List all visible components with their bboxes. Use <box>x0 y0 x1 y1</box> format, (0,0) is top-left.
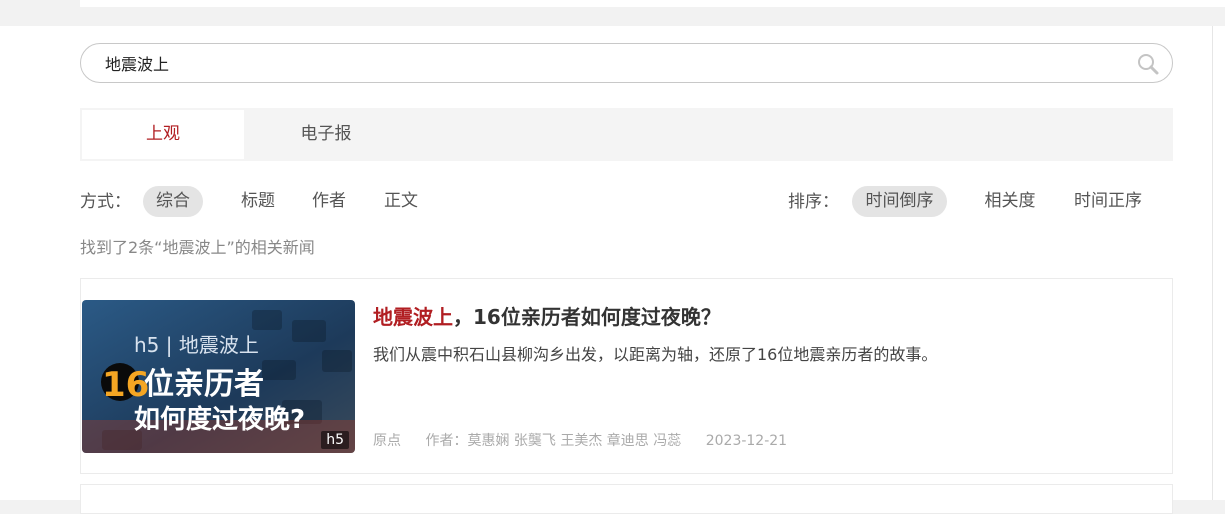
result-thumbnail[interactable]: h5 | 地震波上 16 位亲历者 如何度过夜晚? h5 <box>82 300 355 453</box>
title-rest[interactable]: ，16位亲历者如何度过夜晚？ <box>453 305 721 329</box>
thumb-line2: 位亲历者 <box>144 367 264 402</box>
thumb-line3: 如何度过夜晚? <box>134 404 305 435</box>
search-box[interactable] <box>80 43 1173 83</box>
thumb-big-number: 16 <box>102 365 149 405</box>
mode-author[interactable]: 作者 <box>299 186 359 217</box>
mode-comprehensive[interactable]: 综合 <box>143 186 203 217</box>
tab-bar: 上观 电子报 <box>80 108 1173 161</box>
result-source: 原点 <box>373 433 401 449</box>
result-title[interactable]: 地震波上，16位亲历者如何度过夜晚？ <box>373 303 721 331</box>
sort-label: 排序： <box>788 192 839 212</box>
mode-body[interactable]: 正文 <box>371 186 431 217</box>
thumb-line1: h5 | 地震波上 <box>134 333 259 357</box>
result-count: 找到了2条“地震波上”的相关新闻 <box>80 238 315 257</box>
result-meta: 原点 作者：莫惠娴 张龑飞 王美杰 章迪思 冯蕊 2023-12-21 <box>373 430 807 452</box>
tab-e-paper[interactable]: 电子报 <box>244 108 408 161</box>
result-summary: 我们从震中积石山县柳沟乡出发，以距离为轴，还原了16位地震亲历者的故事。 <box>373 345 938 364</box>
scrollbar[interactable] <box>1212 26 1225 500</box>
sort-time-desc[interactable]: 时间倒序 <box>852 186 947 217</box>
search-input[interactable] <box>105 52 1105 74</box>
tab-shangguan[interactable]: 上观 <box>82 110 244 159</box>
top-bar <box>80 0 1225 7</box>
result-card-next[interactable] <box>80 484 1173 514</box>
mode-title[interactable]: 标题 <box>228 186 288 217</box>
search-icon[interactable] <box>1136 52 1160 76</box>
result-authors: 作者：莫惠娴 张龑飞 王美杰 章迪思 冯蕊 <box>425 433 682 449</box>
sort-relevance[interactable]: 相关度 <box>972 186 1048 217</box>
result-date: 2023-12-21 <box>705 433 788 449</box>
h5-badge: h5 <box>321 431 349 449</box>
mode-label: 方式： <box>80 192 131 212</box>
result-card[interactable]: h5 | 地震波上 16 位亲历者 如何度过夜晚? h5 地震波上，16位亲历者… <box>80 278 1173 474</box>
sort-time-asc[interactable]: 时间正序 <box>1064 186 1152 217</box>
thumbnail-image: h5 | 地震波上 16 位亲历者 如何度过夜晚? <box>82 300 355 453</box>
title-highlight[interactable]: 地震波上 <box>373 305 453 329</box>
